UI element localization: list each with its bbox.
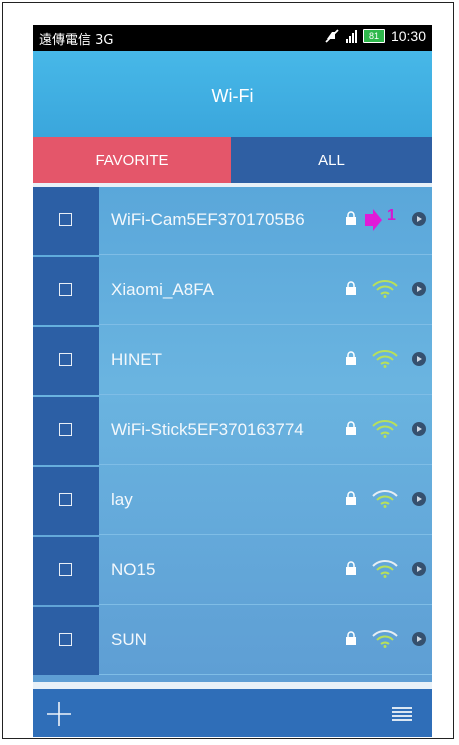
network-detail-icon[interactable] — [412, 212, 426, 226]
row-divider — [99, 604, 432, 605]
network-ssid: WiFi-Cam5EF3701705B6 — [111, 210, 305, 229]
row-checkbox[interactable] — [59, 213, 72, 226]
network-ssid: Xiaomi_A8FA — [111, 280, 214, 299]
plus-icon[interactable] — [42, 696, 76, 730]
tab-bar: FAVORITE ALL — [33, 137, 432, 183]
battery-icon: 81 — [362, 29, 385, 43]
checkbox-column — [33, 537, 99, 605]
network-ssid: WiFi-Stick5EF370163774 — [111, 420, 304, 439]
clock: 10:30 — [390, 28, 426, 44]
network-ssid: lay — [111, 490, 133, 509]
row-checkbox[interactable] — [59, 353, 72, 366]
row-checkbox[interactable] — [59, 633, 72, 646]
checkbox-column — [33, 467, 99, 535]
wifi-icon — [372, 630, 398, 648]
title-bar: Wi-Fi — [33, 51, 432, 137]
network-row[interactable]: lay — [33, 467, 432, 535]
tab-all[interactable]: ALL — [231, 137, 432, 183]
network-detail-icon[interactable] — [412, 632, 426, 646]
checkbox-column — [33, 397, 99, 465]
network-row[interactable]: WiFi-Stick5EF370163774 — [33, 397, 432, 465]
checkbox-column — [33, 327, 99, 395]
status-icons: 81 10:30 — [324, 28, 426, 44]
checkbox-column — [33, 187, 99, 255]
lock-icon — [346, 351, 356, 365]
row-divider — [99, 674, 432, 675]
network-row[interactable]: WiFi-Cam5EF3701705B6 1 — [33, 187, 432, 255]
row-divider — [99, 534, 432, 535]
row-checkbox[interactable] — [59, 283, 72, 296]
carrier-label: 遠傳電信 3G — [39, 33, 114, 48]
annotation-arrow-icon — [365, 209, 382, 231]
bottom-toolbar — [33, 689, 432, 737]
network-row[interactable]: Xiaomi_A8FA — [33, 257, 432, 325]
status-bar: 遠傳電信 3G 81 10:30 — [33, 25, 432, 51]
annotation-number: 1 — [387, 207, 396, 224]
lock-icon — [346, 281, 356, 295]
row-checkbox[interactable] — [59, 493, 72, 506]
network-detail-icon[interactable] — [412, 352, 426, 366]
checkbox-column — [33, 257, 99, 325]
network-detail-icon[interactable] — [412, 562, 426, 576]
network-detail-icon[interactable] — [412, 492, 426, 506]
network-list[interactable]: WiFi-Cam5EF3701705B6 1 Xiaomi_A8FA HINET — [33, 187, 432, 682]
wifi-icon — [372, 420, 398, 438]
wifi-icon — [372, 490, 398, 508]
network-detail-icon[interactable] — [412, 282, 426, 296]
list-menu-icon[interactable] — [392, 707, 412, 721]
row-divider — [99, 464, 432, 465]
network-ssid: NO15 — [111, 560, 156, 579]
vibrate-mute-icon — [324, 28, 340, 44]
lock-icon — [346, 631, 356, 645]
row-divider — [99, 394, 432, 395]
row-divider — [99, 324, 432, 325]
tab-favorite[interactable]: FAVORITE — [33, 137, 231, 183]
network-row[interactable]: SUN — [33, 607, 432, 675]
page-title: Wi-Fi — [211, 86, 254, 106]
checkbox-column — [33, 607, 99, 675]
network-ssid: HINET — [111, 350, 162, 369]
lock-icon — [346, 211, 356, 225]
lock-icon — [346, 561, 356, 575]
network-detail-icon[interactable] — [412, 422, 426, 436]
wifi-icon — [372, 280, 398, 298]
row-checkbox[interactable] — [59, 423, 72, 436]
row-checkbox[interactable] — [59, 563, 72, 576]
row-divider — [99, 254, 432, 255]
network-row[interactable]: NO15 — [33, 537, 432, 605]
divider — [33, 682, 432, 689]
lock-icon — [346, 491, 356, 505]
wifi-icon — [372, 560, 398, 578]
network-ssid: SUN — [111, 630, 147, 649]
lock-icon — [346, 421, 356, 435]
wifi-icon — [372, 350, 398, 368]
phone-screen: 遠傳電信 3G 81 10:30 Wi-Fi FAVORITE ALL WiFi… — [33, 25, 432, 737]
signal-strength-icon — [345, 29, 357, 43]
network-row[interactable]: HINET — [33, 327, 432, 395]
